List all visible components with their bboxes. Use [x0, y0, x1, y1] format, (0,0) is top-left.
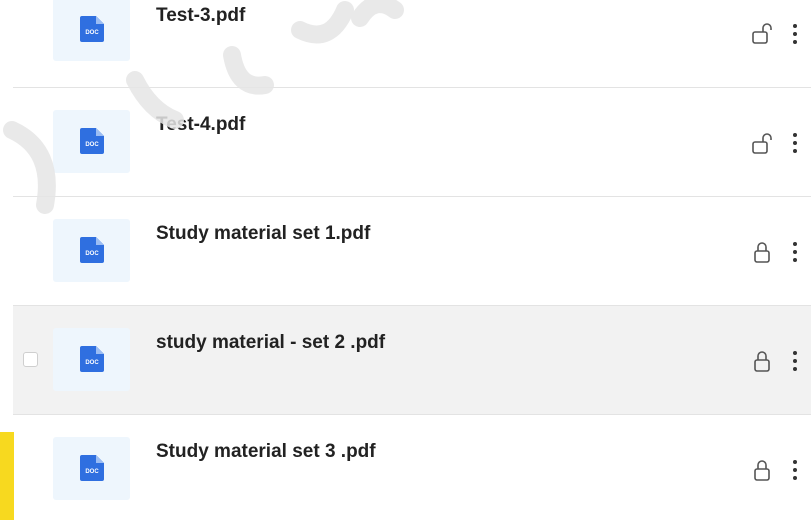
svg-text:DOC: DOC [85, 142, 99, 148]
file-thumbnail[interactable]: DOC [53, 437, 130, 500]
file-thumbnail[interactable]: DOC [53, 219, 130, 282]
file-thumbnail[interactable]: DOC [53, 110, 130, 173]
doc-file-icon: DOC [80, 237, 104, 263]
row-checkbox[interactable] [23, 352, 38, 367]
doc-file-icon: DOC [80, 128, 104, 154]
doc-file-icon: DOC [80, 16, 104, 42]
file-row[interactable]: DOC Study material set 3 .pdf [13, 415, 811, 524]
svg-text:DOC: DOC [85, 469, 99, 475]
svg-text:DOC: DOC [85, 30, 99, 36]
doc-file-icon: DOC [80, 455, 104, 481]
file-name[interactable]: Study material set 3 .pdf [156, 441, 376, 463]
more-vertical-icon[interactable] [791, 242, 799, 262]
file-name[interactable]: Test-3.pdf [156, 5, 245, 27]
accent-bar [0, 432, 14, 520]
more-vertical-icon[interactable] [791, 351, 799, 371]
svg-text:DOC: DOC [85, 251, 99, 257]
more-vertical-icon[interactable] [791, 133, 799, 153]
lock-icon[interactable] [752, 350, 774, 374]
doc-file-icon: DOC [80, 346, 104, 372]
file-name[interactable]: Test-4.pdf [156, 114, 245, 136]
file-row[interactable]: DOC Test-4.pdf [13, 88, 811, 197]
unlock-icon[interactable] [752, 22, 774, 46]
file-name[interactable]: Study material set 1.pdf [156, 223, 370, 245]
lock-icon[interactable] [752, 459, 774, 483]
file-row-selected[interactable]: DOC study material - set 2 .pdf [13, 306, 811, 415]
file-row[interactable]: DOC Study material set 1.pdf [13, 197, 811, 306]
file-list: DOC Test-3.pdf DOC Test-4.pdf DOC Study … [0, 0, 811, 520]
file-name[interactable]: study material - set 2 .pdf [156, 332, 385, 354]
file-thumbnail[interactable]: DOC [53, 328, 130, 391]
unlock-icon[interactable] [752, 132, 774, 156]
more-vertical-icon[interactable] [791, 460, 799, 480]
file-thumbnail[interactable]: DOC [53, 0, 130, 61]
more-vertical-icon[interactable] [791, 24, 799, 44]
svg-text:DOC: DOC [85, 360, 99, 366]
lock-icon[interactable] [752, 241, 774, 265]
